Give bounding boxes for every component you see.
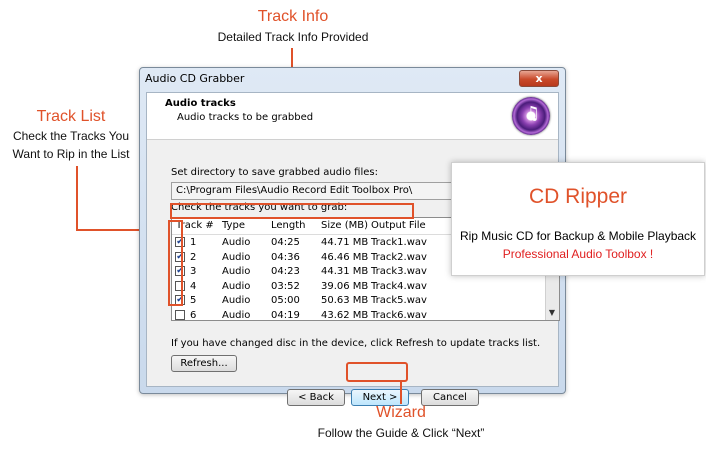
- window-titlebar[interactable]: Audio CD Grabber x: [140, 68, 565, 90]
- refresh-button[interactable]: Refresh...: [171, 355, 237, 372]
- column-output-file[interactable]: Output File: [371, 220, 426, 231]
- track-type: Audio: [222, 266, 251, 277]
- checkbox-highlight: [168, 220, 183, 306]
- track-list-callout-title: Track List: [36, 108, 106, 125]
- track-type: Audio: [222, 295, 251, 306]
- scroll-down-arrow-icon[interactable]: ▼: [545, 306, 559, 320]
- column-length[interactable]: Length: [271, 220, 306, 231]
- track-info-callout-desc: Detailed Track Info Provided: [217, 30, 369, 44]
- track-number: 4: [190, 280, 197, 292]
- directory-label: Set directory to save grabbed audio file…: [171, 167, 378, 178]
- track-number: 3: [190, 266, 197, 277]
- column-size[interactable]: Size (MB): [321, 220, 368, 231]
- wizard-connector: [400, 380, 402, 404]
- track-output-file: Track4.wav: [371, 280, 427, 292]
- next-button-highlight: [346, 362, 408, 382]
- cd-ripper-promo-box: CD Ripper Rip Music CD for Backup & Mobi…: [451, 162, 705, 276]
- track-number: 6: [190, 309, 197, 321]
- track-length: 04:36: [271, 251, 300, 263]
- track-size: 43.62 MB: [321, 309, 369, 321]
- track-row[interactable]: ✔ 5 Audio 05:00 50.63 MB Track5.wav: [172, 294, 545, 308]
- window-title: Audio CD Grabber: [145, 72, 245, 85]
- track-output-file: Track5.wav: [371, 295, 427, 306]
- track-length: 04:19: [271, 309, 300, 321]
- promo-line-1: Rip Music CD for Backup & Mobile Playbac…: [459, 229, 697, 243]
- track-output-file: Track6.wav: [371, 309, 427, 321]
- track-size: 44.31 MB: [321, 266, 369, 277]
- track-output-file: Track3.wav: [371, 266, 427, 277]
- track-number: 2: [190, 251, 197, 263]
- track-length: 05:00: [271, 295, 300, 306]
- header-title: Audio tracks: [165, 98, 236, 109]
- cd-music-icon: ♫: [512, 97, 550, 135]
- refresh-hint: If you have changed disc in the device, …: [171, 338, 541, 349]
- track-type: Audio: [222, 237, 251, 248]
- track-length: 03:52: [271, 280, 300, 292]
- track-list-connector-v: [76, 166, 78, 230]
- column-header-highlight: [170, 203, 414, 219]
- wizard-callout-desc: Follow the Guide & Click “Next”: [317, 426, 485, 440]
- wizard-header: Audio tracks Audio tracks to be grabbed …: [147, 93, 558, 140]
- track-type: Audio: [222, 280, 251, 292]
- promo-title: CD Ripper: [528, 185, 628, 208]
- track-info-callout-title: Track Info: [257, 8, 329, 25]
- track-number: 1: [190, 237, 197, 248]
- track-size: 46.46 MB: [321, 251, 369, 263]
- track-row[interactable]: 4 Audio 03:52 39.06 MB Track4.wav: [172, 280, 545, 294]
- track-type: Audio: [222, 251, 251, 263]
- track-output-file: Track1.wav: [371, 237, 427, 248]
- track-length: 04:25: [271, 237, 300, 248]
- promo-line-2: Professional Audio Toolbox !: [502, 247, 654, 261]
- track-type: Audio: [222, 309, 251, 321]
- track-output-file: Track2.wav: [371, 251, 427, 263]
- track-size: 39.06 MB: [321, 280, 369, 292]
- column-type[interactable]: Type: [222, 220, 245, 231]
- header-subtitle: Audio tracks to be grabbed: [177, 112, 314, 123]
- wizard-callout-title: Wizard: [376, 404, 426, 421]
- track-row[interactable]: 6 Audio 04:19 43.62 MB Track6.wav: [172, 309, 545, 321]
- track-checkbox[interactable]: [175, 309, 185, 320]
- track-length: 04:23: [271, 266, 300, 277]
- close-button[interactable]: x: [519, 70, 559, 87]
- track-size: 50.63 MB: [321, 295, 369, 306]
- track-number: 5: [190, 295, 197, 306]
- track-list-callout-desc-2: Want to Rip in the List: [12, 147, 130, 161]
- track-list-callout-desc-1: Check the Tracks You: [12, 129, 130, 143]
- track-size: 44.71 MB: [321, 237, 369, 248]
